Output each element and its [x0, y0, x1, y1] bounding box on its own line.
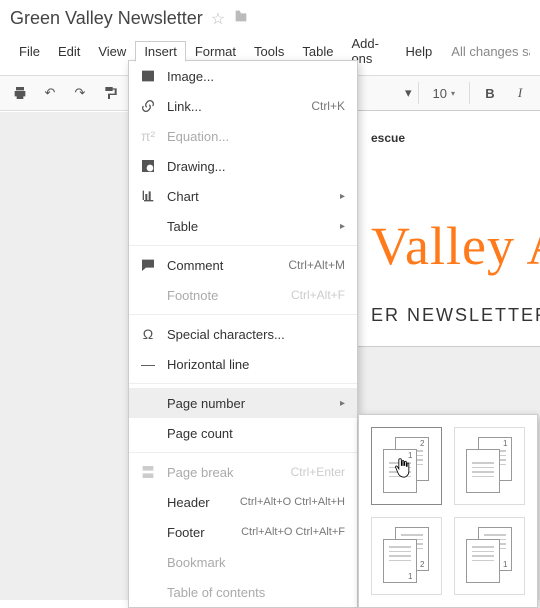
- redo-button[interactable]: ↷: [66, 79, 94, 107]
- paint-format-button[interactable]: [96, 79, 124, 107]
- doc-headline: Valley A: [371, 215, 540, 277]
- insert-page-break: Page break Ctrl+Enter: [129, 457, 357, 487]
- menu-help[interactable]: Help: [397, 41, 442, 62]
- chevron-down-icon[interactable]: ▾: [405, 85, 412, 101]
- undo-button[interactable]: ↶: [36, 79, 64, 107]
- shortcut-label: Ctrl+Alt+F: [291, 288, 345, 302]
- shortcut-label: Ctrl+K: [311, 99, 345, 113]
- omega-icon: Ω: [139, 326, 157, 342]
- drawing-icon: [139, 158, 157, 174]
- print-button[interactable]: [6, 79, 34, 107]
- shortcut-label: Ctrl+Enter: [291, 465, 345, 479]
- line-icon: —: [139, 356, 157, 372]
- page-number-option-footer-skip-first[interactable]: 1: [454, 517, 525, 595]
- link-icon: [139, 98, 157, 114]
- submenu-arrow-icon: ▸: [340, 191, 345, 202]
- menu-view[interactable]: View: [89, 41, 135, 62]
- document-title[interactable]: Green Valley Newsletter: [10, 8, 203, 29]
- insert-table[interactable]: Table ▸: [129, 211, 357, 241]
- equation-icon: π²: [139, 128, 157, 144]
- insert-dropdown: Image... Link... Ctrl+K π² Equation... D…: [128, 60, 358, 608]
- bold-button[interactable]: B: [476, 79, 504, 107]
- insert-special-chars[interactable]: Ω Special characters...: [129, 319, 357, 349]
- chart-icon: [139, 188, 157, 204]
- chevron-down-icon: ▾: [451, 89, 455, 98]
- insert-footer[interactable]: Footer Ctrl+Alt+O Ctrl+Alt+F: [129, 517, 357, 547]
- page-number-option-header-all[interactable]: 2 1: [371, 427, 442, 505]
- insert-bookmark: Bookmark: [129, 547, 357, 577]
- insert-toc: Table of contents: [129, 577, 357, 607]
- page-number-submenu: 2 1 1 2 1 1: [358, 414, 538, 608]
- menu-table[interactable]: Table: [293, 41, 342, 62]
- insert-horizontal-line[interactable]: — Horizontal line: [129, 349, 357, 379]
- save-status: All changes saved: [451, 44, 530, 59]
- shortcut-label: Ctrl+Alt+O Ctrl+Alt+F: [241, 526, 345, 538]
- insert-page-number[interactable]: Page number ▸: [129, 388, 357, 418]
- insert-header[interactable]: Header Ctrl+Alt+O Ctrl+Alt+H: [129, 487, 357, 517]
- shortcut-label: Ctrl+Alt+O Ctrl+Alt+H: [240, 496, 345, 508]
- menu-tools[interactable]: Tools: [245, 41, 293, 62]
- insert-chart[interactable]: Chart ▸: [129, 181, 357, 211]
- cursor-hand-icon: [393, 457, 413, 484]
- insert-image[interactable]: Image...: [129, 61, 357, 91]
- insert-comment[interactable]: Comment Ctrl+Alt+M: [129, 250, 357, 280]
- insert-equation: π² Equation...: [129, 121, 357, 151]
- menu-format[interactable]: Format: [186, 41, 245, 62]
- doc-subhead: ER NEWSLETTER: [371, 305, 540, 326]
- page-number-option-footer-all[interactable]: 2 1: [371, 517, 442, 595]
- doc-text-line: escue: [371, 131, 540, 145]
- page-number-option-header-skip-first[interactable]: 1: [454, 427, 525, 505]
- menu-file[interactable]: File: [10, 41, 49, 62]
- image-icon: [139, 68, 157, 84]
- folder-icon[interactable]: [233, 8, 249, 29]
- star-icon[interactable]: ☆: [211, 9, 225, 29]
- insert-drawing[interactable]: Drawing...: [129, 151, 357, 181]
- page-break-icon: [139, 464, 157, 480]
- submenu-arrow-icon: ▸: [340, 221, 345, 232]
- submenu-arrow-icon: ▸: [340, 398, 345, 409]
- insert-link[interactable]: Link... Ctrl+K: [129, 91, 357, 121]
- shortcut-label: Ctrl+Alt+M: [288, 258, 345, 272]
- font-size-value: 10: [433, 86, 447, 101]
- italic-button[interactable]: I: [506, 79, 534, 107]
- insert-page-count[interactable]: Page count: [129, 418, 357, 448]
- menu-insert[interactable]: Insert: [135, 41, 186, 62]
- comment-icon: [139, 257, 157, 273]
- insert-footnote: Footnote Ctrl+Alt+F: [129, 280, 357, 310]
- menu-edit[interactable]: Edit: [49, 41, 89, 62]
- font-size-select[interactable]: 10 ▾: [425, 86, 463, 101]
